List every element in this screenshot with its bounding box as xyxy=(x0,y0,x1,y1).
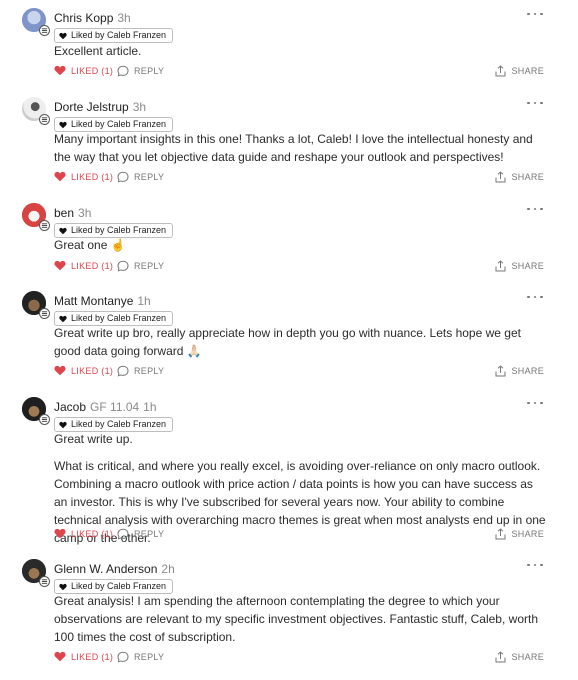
comment-author: Jacob GF 11.04 1h xyxy=(54,400,157,414)
avatar[interactable] xyxy=(22,203,50,231)
reply-button[interactable]: REPLY xyxy=(117,651,164,663)
avatar[interactable] xyxy=(22,559,50,587)
author-name[interactable]: Jacob xyxy=(54,400,86,414)
comment-body: Great analysis! I am spending the aftern… xyxy=(54,594,538,644)
reply-icon xyxy=(117,651,129,663)
author-meta: GF 11.04 xyxy=(90,400,140,414)
liked-button[interactable]: LIKED (1) xyxy=(54,171,113,182)
reply-button[interactable]: REPLY xyxy=(117,171,164,183)
heart-icon xyxy=(59,121,67,128)
comment-body: Great write up bro, really appreciate ho… xyxy=(54,326,521,358)
heart-icon xyxy=(59,227,67,234)
more-options-icon[interactable] xyxy=(527,559,543,571)
comment-body: Great one ☝️ xyxy=(54,238,126,252)
liked-by-badge: Liked by Caleb Franzen xyxy=(54,28,174,43)
share-icon xyxy=(495,171,506,183)
comment-author: Dorte Jelstrup 3h xyxy=(54,100,146,114)
liked-button[interactable]: LIKED (1) xyxy=(54,651,113,662)
share-button[interactable]: SHARE xyxy=(495,365,544,377)
more-options-icon[interactable] xyxy=(527,397,543,409)
more-options-icon[interactable] xyxy=(527,291,543,303)
share-button[interactable]: SHARE xyxy=(495,651,544,663)
comment-author: Matt Montanye 1h xyxy=(54,294,151,308)
subscriber-icon xyxy=(39,220,50,231)
author-name[interactable]: ben xyxy=(54,206,74,220)
liked-button[interactable]: LIKED (1) xyxy=(54,528,113,539)
share-button[interactable]: SHARE xyxy=(495,65,544,77)
comment-time[interactable]: 3h xyxy=(133,100,146,114)
liked-button[interactable]: LIKED (1) xyxy=(54,365,113,376)
avatar[interactable] xyxy=(22,8,50,36)
comment-author: Chris Kopp 3h xyxy=(54,11,131,25)
heart-icon xyxy=(59,421,67,428)
subscriber-icon xyxy=(39,576,50,587)
share-button[interactable]: SHARE xyxy=(495,528,544,540)
more-options-icon[interactable] xyxy=(527,203,543,215)
reply-icon xyxy=(117,171,129,183)
heart-icon xyxy=(59,32,67,39)
share-icon xyxy=(495,651,506,663)
reply-button[interactable]: REPLY xyxy=(117,528,164,540)
more-options-icon[interactable] xyxy=(527,8,543,20)
comment-time[interactable]: 3h xyxy=(117,11,130,25)
liked-button[interactable]: LIKED (1) xyxy=(54,260,113,271)
reply-button[interactable]: REPLY xyxy=(117,65,164,77)
author-name[interactable]: Matt Montanye xyxy=(54,294,133,308)
comment-actions: LIKED (1) REPLY SHARE xyxy=(54,171,544,185)
reply-icon xyxy=(117,365,129,377)
heart-icon xyxy=(54,365,66,376)
subscriber-icon xyxy=(39,114,50,125)
comment-time[interactable]: 2h xyxy=(161,562,174,576)
comment-actions: LIKED (1) REPLY SHARE xyxy=(54,528,544,542)
liked-button[interactable]: LIKED (1) xyxy=(54,65,113,76)
subscriber-icon xyxy=(39,308,50,319)
reply-icon xyxy=(117,260,129,272)
share-button[interactable]: SHARE xyxy=(495,260,544,272)
heart-icon xyxy=(54,65,66,76)
reply-button[interactable]: REPLY xyxy=(117,260,164,272)
subscriber-icon xyxy=(39,414,50,425)
author-name[interactable]: Glenn W. Anderson xyxy=(54,562,157,576)
comment-actions: LIKED (1) REPLY SHARE xyxy=(54,65,544,79)
comment-body: Many important insights in this one! Tha… xyxy=(54,132,533,164)
author-name[interactable]: Chris Kopp xyxy=(54,11,113,25)
heart-icon xyxy=(54,171,66,182)
avatar[interactable] xyxy=(22,397,50,425)
heart-icon xyxy=(59,315,67,322)
reply-icon xyxy=(117,65,129,77)
comment-author: Glenn W. Anderson 2h xyxy=(54,562,175,576)
heart-icon xyxy=(54,260,66,271)
more-options-icon[interactable] xyxy=(527,97,543,109)
comment-time[interactable]: 1h xyxy=(143,400,156,414)
share-icon xyxy=(495,65,506,77)
author-name[interactable]: Dorte Jelstrup xyxy=(54,100,129,114)
avatar[interactable] xyxy=(22,97,50,125)
heart-icon xyxy=(59,583,67,590)
share-icon xyxy=(495,260,506,272)
comment-time[interactable]: 3h xyxy=(78,206,91,220)
heart-icon xyxy=(54,528,66,539)
comment-actions: LIKED (1) REPLY SHARE xyxy=(54,651,544,665)
share-button[interactable]: SHARE xyxy=(495,171,544,183)
comment-time[interactable]: 1h xyxy=(137,294,150,308)
comment-actions: LIKED (1) REPLY SHARE xyxy=(54,365,544,379)
share-icon xyxy=(495,528,506,540)
avatar[interactable] xyxy=(22,291,50,319)
comment-actions: LIKED (1) REPLY SHARE xyxy=(54,260,544,274)
subscriber-icon xyxy=(39,25,50,36)
heart-icon xyxy=(54,651,66,662)
reply-icon xyxy=(117,528,129,540)
reply-button[interactable]: REPLY xyxy=(117,365,164,377)
share-icon xyxy=(495,365,506,377)
comment-author: ben 3h xyxy=(54,206,91,220)
